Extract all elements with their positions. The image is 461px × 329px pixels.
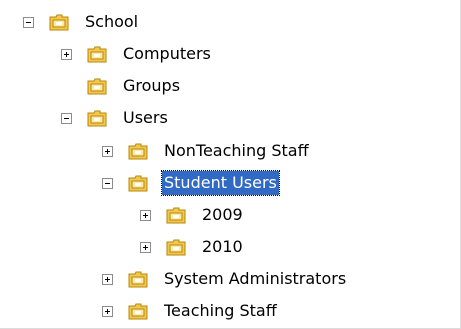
expand-icon[interactable] — [140, 241, 151, 253]
tree-node-2009[interactable]: 2009 — [140, 201, 245, 229]
collapse-icon[interactable] — [61, 112, 72, 124]
tree-node-teaching-staff[interactable]: Teaching Staff — [102, 297, 279, 325]
folder-icon — [128, 173, 148, 193]
tree-node-label-selected[interactable]: Student Users — [161, 170, 280, 196]
folder-icon — [87, 76, 107, 96]
tree-node-2010[interactable]: 2010 — [140, 233, 245, 261]
tree-node-label[interactable]: 2009 — [200, 203, 245, 227]
folder-icon — [128, 141, 148, 161]
tree-node-label[interactable]: Users — [121, 106, 170, 130]
expand-icon[interactable] — [102, 305, 113, 317]
expand-icon[interactable] — [140, 209, 151, 221]
tree-node-school[interactable]: School — [23, 8, 140, 36]
tree-view[interactable]: School Computers Groups Users NonTeachin… — [0, 0, 461, 329]
expand-icon[interactable] — [102, 273, 113, 285]
folder-icon — [87, 108, 107, 128]
tree-node-system-administrators[interactable]: System Administrators — [102, 265, 348, 293]
collapse-icon[interactable] — [102, 177, 113, 189]
collapse-icon[interactable] — [23, 16, 34, 28]
folder-icon — [49, 12, 69, 32]
tree-node-label[interactable]: System Administrators — [162, 267, 348, 291]
tree-node-label[interactable]: NonTeaching Staff — [162, 139, 311, 163]
tree-node-label[interactable]: 2010 — [200, 235, 245, 259]
tree-node-label[interactable]: Teaching Staff — [162, 299, 279, 323]
folder-icon — [87, 44, 107, 64]
folder-icon — [166, 205, 186, 225]
tree-node-users[interactable]: Users — [61, 104, 170, 132]
tree-node-label[interactable]: School — [83, 10, 140, 34]
tree-node-computers[interactable]: Computers — [61, 40, 213, 68]
folder-icon — [128, 301, 148, 321]
expand-icon[interactable] — [61, 48, 72, 60]
tree-node-groups[interactable]: Groups — [61, 72, 182, 100]
tree-node-student-users[interactable]: Student Users — [102, 169, 280, 197]
folder-icon — [166, 237, 186, 257]
tree-node-label[interactable]: Groups — [121, 74, 182, 98]
folder-icon — [128, 269, 148, 289]
expand-icon[interactable] — [102, 145, 113, 157]
tree-node-nonteaching-staff[interactable]: NonTeaching Staff — [102, 137, 311, 165]
tree-node-label[interactable]: Computers — [121, 42, 213, 66]
